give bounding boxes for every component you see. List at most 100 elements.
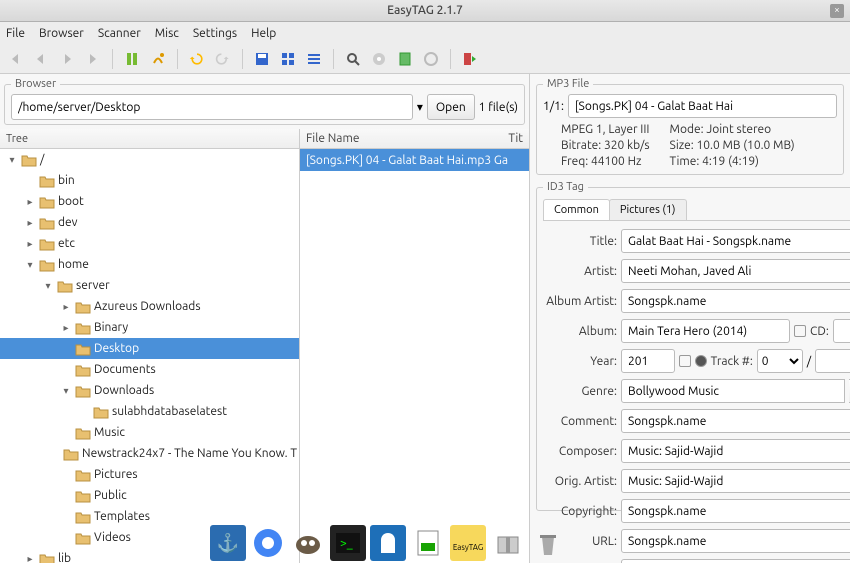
path-dropdown-icon[interactable]: ▾ (417, 100, 423, 114)
open-button[interactable]: Open (427, 94, 475, 120)
tree-item[interactable]: ▸ dev (0, 212, 299, 233)
tree-item[interactable]: Documents (0, 359, 299, 380)
path-input[interactable] (11, 94, 413, 120)
menu-settings[interactable]: Settings (193, 27, 237, 40)
dock-anchor-icon[interactable]: ⚓ (210, 525, 246, 561)
folder-icon (75, 384, 91, 398)
remove-tag-icon[interactable] (147, 48, 169, 70)
file-row[interactable]: [Songs.PK] 04 - Galat Baat Hai.mp3 Ga (300, 149, 529, 171)
tree-item[interactable]: ▾server (0, 275, 299, 296)
menu-file[interactable]: File (6, 27, 25, 40)
filename-input[interactable] (568, 94, 837, 118)
year-input[interactable] (621, 349, 675, 373)
list-icon[interactable] (303, 48, 325, 70)
col-filename[interactable]: File Name (306, 132, 508, 145)
expand-icon[interactable]: ▾ (60, 385, 72, 397)
tree-item[interactable]: ▾/ (0, 149, 299, 170)
expand-icon[interactable]: ▸ (24, 238, 36, 250)
tree-item[interactable]: Music (0, 422, 299, 443)
encoded-input[interactable] (621, 559, 850, 563)
playlist-icon[interactable] (394, 48, 416, 70)
window-title: EasyTAG 2.1.7 (387, 4, 463, 17)
menu-browser[interactable]: Browser (39, 27, 84, 40)
tree-item[interactable]: ▾home (0, 254, 299, 275)
tree-item[interactable]: Desktop (0, 338, 299, 359)
dock-terminal-icon[interactable]: >_ (330, 525, 366, 561)
expand-icon[interactable]: ▾ (24, 259, 36, 271)
tree-item[interactable]: bin (0, 170, 299, 191)
expand-icon[interactable]: ▸ (24, 196, 36, 208)
cb-year[interactable] (679, 355, 691, 367)
expand-icon[interactable]: ▾ (6, 154, 18, 166)
expand-icon[interactable]: ▸ (24, 553, 36, 563)
url-input[interactable] (621, 529, 850, 553)
tree-item[interactable]: Templates (0, 506, 299, 527)
stop-icon[interactable] (420, 48, 442, 70)
scan-icon[interactable] (121, 48, 143, 70)
comment-input[interactable] (621, 409, 850, 433)
tree-label: sulabhdatabaselatest (112, 405, 227, 418)
redo-icon[interactable] (212, 48, 234, 70)
tree-item[interactable]: sulabhdatabaselatest (0, 401, 299, 422)
undo-icon[interactable] (186, 48, 208, 70)
dock-archive-icon[interactable] (490, 525, 526, 561)
tree-item[interactable]: ▾Downloads (0, 380, 299, 401)
dock-libreoffice-icon[interactable] (410, 525, 446, 561)
next-icon[interactable] (56, 48, 78, 70)
close-icon[interactable]: × (830, 4, 844, 18)
tree-label: bin (58, 174, 75, 187)
last-icon[interactable] (82, 48, 104, 70)
expand-icon[interactable]: ▸ (60, 301, 72, 313)
folder-icon (93, 405, 109, 419)
tree-item[interactable]: ▸Binary (0, 317, 299, 338)
tree-item[interactable]: Newstrack24x7 - The Name You Know. T (0, 443, 299, 464)
tracktotal-input[interactable] (815, 349, 850, 373)
tree-view[interactable]: ▾/bin▸boot▸dev▸etc▾home▾server▸Azureus D… (0, 149, 299, 563)
track-select[interactable]: 0 (757, 349, 803, 373)
dock-chrome-icon[interactable] (250, 525, 286, 561)
cddb-icon[interactable] (368, 48, 390, 70)
tree-item[interactable]: Pictures (0, 464, 299, 485)
toolbar (0, 44, 850, 74)
cd-input[interactable] (833, 319, 850, 343)
artist-input[interactable] (621, 259, 850, 283)
dock-easytag-icon[interactable]: EasyTAG (450, 525, 486, 561)
copyright-input[interactable] (621, 499, 850, 523)
browse-icon[interactable] (277, 48, 299, 70)
dock-trash-icon[interactable] (530, 525, 566, 561)
tree-item[interactable]: ▸boot (0, 191, 299, 212)
tree-item[interactable]: ▸etc (0, 233, 299, 254)
composer-input[interactable] (621, 439, 850, 463)
dock-app1-icon[interactable] (370, 525, 406, 561)
save-icon[interactable] (251, 48, 273, 70)
dock-gimp-icon[interactable] (290, 525, 326, 561)
expand-icon[interactable]: ▾ (42, 280, 54, 292)
exit-icon[interactable] (459, 48, 481, 70)
menu-scanner[interactable]: Scanner (98, 27, 141, 40)
col-title[interactable]: Tit (508, 132, 523, 145)
radio-track[interactable] (695, 355, 707, 367)
first-icon[interactable] (4, 48, 26, 70)
expand-icon[interactable]: ▸ (24, 217, 36, 229)
file-list[interactable]: [Songs.PK] 04 - Galat Baat Hai.mp3 Ga (300, 149, 529, 563)
folder-icon (21, 153, 37, 167)
tree-item[interactable]: Public (0, 485, 299, 506)
tab-common[interactable]: Common (543, 199, 610, 220)
tab-pictures[interactable]: Pictures (1) (609, 199, 687, 220)
cb-album[interactable] (794, 325, 806, 337)
search-icon[interactable] (342, 48, 364, 70)
label-cd: CD: (810, 325, 829, 338)
title-input[interactable] (621, 229, 850, 253)
menu-misc[interactable]: Misc (155, 27, 179, 40)
genre-input[interactable] (621, 379, 845, 403)
id3-legend: ID3 Tag (543, 181, 588, 193)
menu-help[interactable]: Help (251, 27, 276, 40)
expand-icon[interactable]: ▸ (60, 322, 72, 334)
tree-label: dev (58, 216, 78, 229)
albumartist-input[interactable] (621, 289, 850, 313)
origartist-input[interactable] (621, 469, 850, 493)
tree-item[interactable]: ▸Azureus Downloads (0, 296, 299, 317)
prev-icon[interactable] (30, 48, 52, 70)
label-composer: Composer: (543, 445, 617, 458)
album-input[interactable] (621, 319, 790, 343)
